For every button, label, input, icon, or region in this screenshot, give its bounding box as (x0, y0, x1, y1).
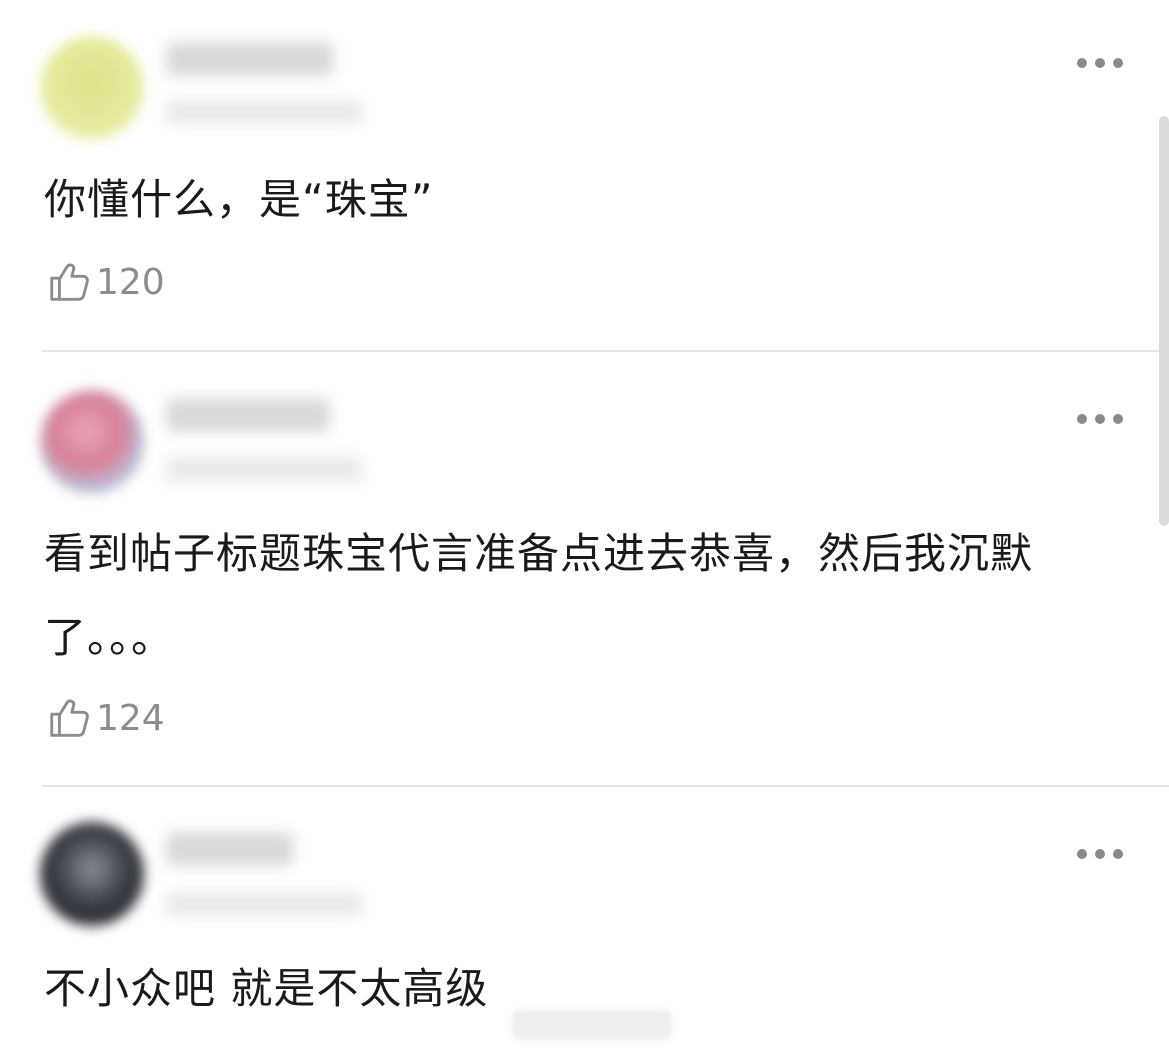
username-blurred[interactable] (166, 398, 330, 432)
watermark-blurred (512, 1010, 672, 1040)
comment-meta-blurred (166, 457, 362, 481)
comment-feed: 你懂什么，是“珠宝” 120 看到帖子标题珠宝代言准备点进去恭喜，然后我沉默了。… (0, 0, 1169, 1049)
like-button[interactable]: 124 (46, 694, 165, 742)
more-options-icon[interactable] (1077, 847, 1123, 861)
comment-item (0, 0, 1169, 435)
avatar[interactable] (40, 822, 144, 926)
scrollbar[interactable] (1159, 116, 1169, 526)
more-options-icon[interactable] (1077, 412, 1123, 426)
comment-text: 看到帖子标题珠宝代言准备点进去恭喜，然后我沉默了。。。 (44, 529, 1034, 662)
like-count: 124 (96, 697, 165, 739)
divider (42, 785, 1169, 787)
avatar[interactable] (40, 390, 144, 494)
comment-meta-blurred (166, 892, 362, 916)
username-blurred[interactable] (166, 832, 294, 866)
thumbs-up-icon (50, 699, 89, 737)
